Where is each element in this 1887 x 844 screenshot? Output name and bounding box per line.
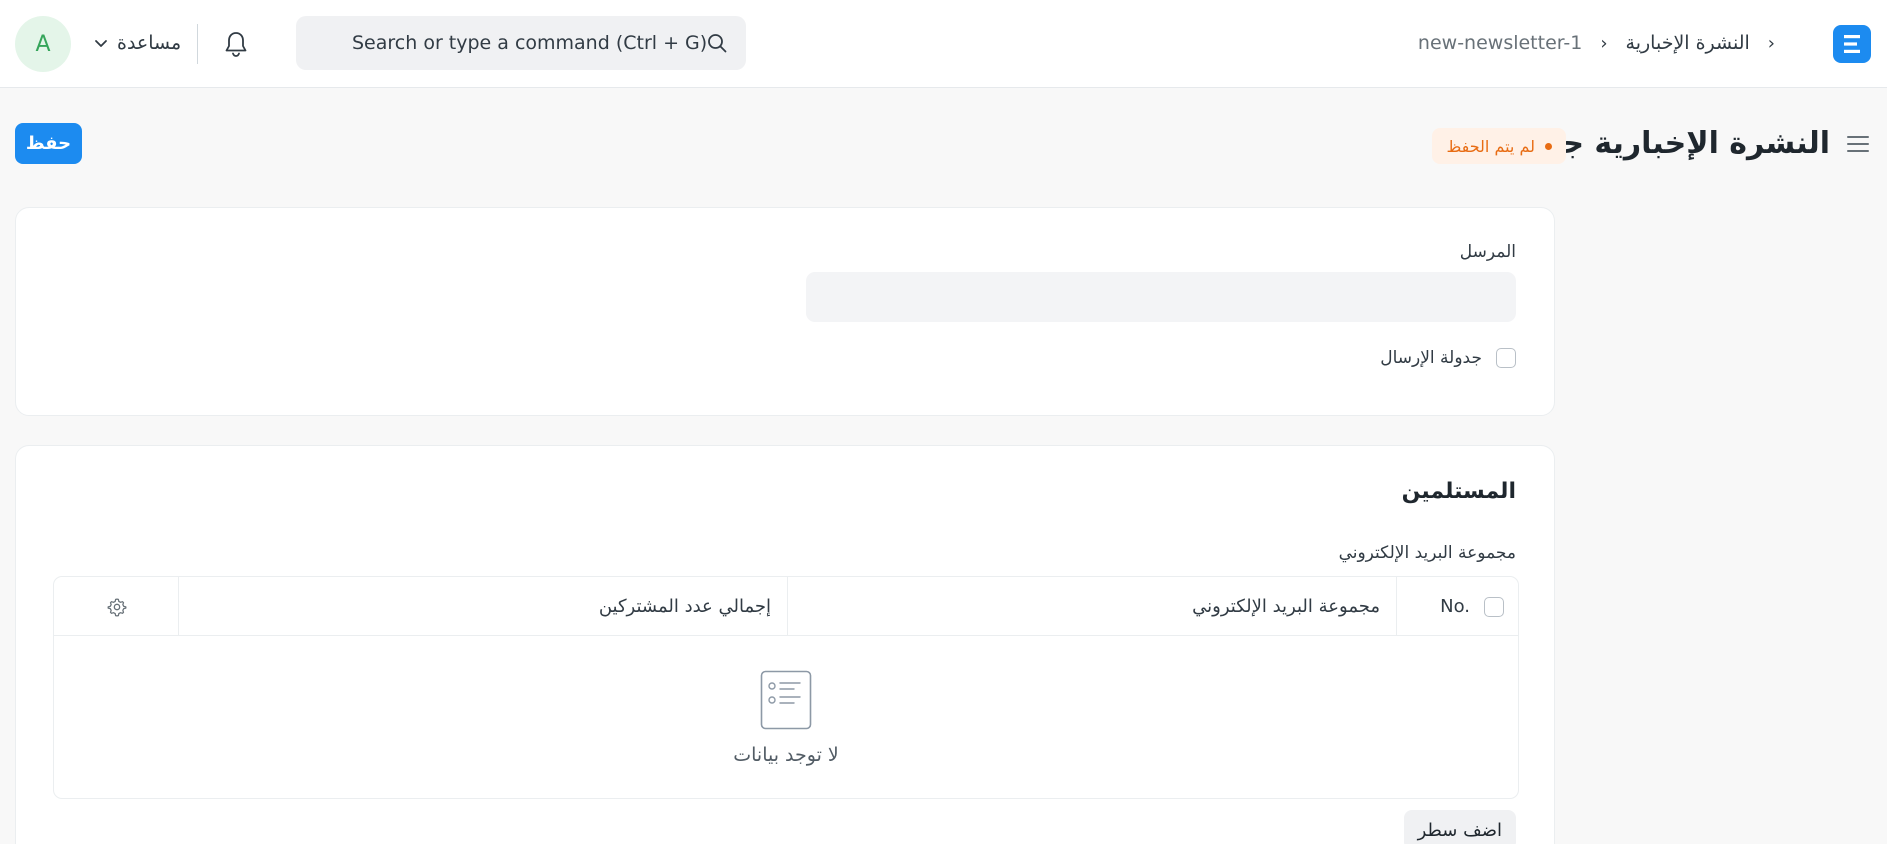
- navbar-divider: [197, 24, 198, 64]
- column-total-subscribers-label: إجمالي عدد المشتركين: [598, 596, 771, 617]
- email-group-label: مجموعة البريد الإلكتروني: [1338, 543, 1516, 563]
- breadcrumb-separator: ›: [1600, 32, 1608, 54]
- empty-list-icon: [760, 670, 812, 730]
- breadcrumb-newsletter[interactable]: النشرة الإخبارية: [1626, 32, 1750, 54]
- status-badge: لم يتم الحفظ: [1432, 128, 1566, 164]
- schedule-sending-checkbox[interactable]: [1496, 348, 1516, 368]
- app-logo-glyph: [1844, 35, 1860, 53]
- chevron-down-icon: [95, 40, 107, 47]
- status-text: لم يتم الحفظ: [1446, 136, 1535, 156]
- column-settings[interactable]: [54, 577, 179, 636]
- schedule-sending-toggle[interactable]: جدولة الإرسال: [1380, 346, 1516, 370]
- select-all-checkbox[interactable]: [1484, 596, 1504, 617]
- search-bar[interactable]: [296, 16, 746, 70]
- help-dropdown[interactable]: مساعدة: [93, 26, 181, 60]
- breadcrumb-current[interactable]: new-newsletter-1: [1418, 32, 1582, 54]
- empty-state: لا توجد بيانات: [54, 636, 1518, 800]
- column-no-label: No.: [1440, 596, 1470, 617]
- schedule-sending-label: جدولة الإرسال: [1380, 348, 1482, 368]
- breadcrumb-separator: ›: [1767, 32, 1775, 54]
- bell-icon[interactable]: [223, 30, 249, 58]
- column-email-group: مجموعة البريد الإلكتروني: [787, 577, 1396, 636]
- search-input[interactable]: [352, 32, 726, 54]
- table-header: No. مجموعة البريد الإلكتروني إجمالي عدد …: [54, 577, 1518, 636]
- breadcrumb: › النشرة الإخبارية › new-newsletter-1: [1418, 26, 1775, 60]
- sender-card: المرسل جدولة الإرسال: [15, 207, 1555, 416]
- status-dot: [1545, 142, 1552, 150]
- search-icon: [708, 34, 727, 53]
- app-logo-icon[interactable]: [1833, 25, 1871, 63]
- email-group-table: No. مجموعة البريد الإلكتروني إجمالي عدد …: [53, 576, 1519, 799]
- column-no: No.: [1396, 577, 1518, 636]
- recipients-section-title: المستلمين: [1401, 479, 1516, 504]
- sender-field[interactable]: [806, 272, 1516, 322]
- avatar[interactable]: A: [15, 16, 71, 72]
- save-button[interactable]: حفظ: [15, 123, 82, 164]
- column-total-subscribers: إجمالي عدد المشتركين: [178, 577, 787, 636]
- column-email-group-label: مجموعة البريد الإلكتروني: [1192, 596, 1380, 617]
- sender-label: المرسل: [1459, 242, 1516, 262]
- recipients-card: المستلمين مجموعة البريد الإلكتروني No. م…: [15, 445, 1555, 844]
- add-row-button[interactable]: اضف سطر: [1403, 810, 1516, 844]
- help-label: مساعدة: [117, 32, 182, 54]
- gear-icon[interactable]: [107, 597, 127, 617]
- navbar: A مساعدة › النشرة الإخبارية › new-newsle…: [0, 0, 1887, 88]
- hamburger-icon[interactable]: [1845, 132, 1871, 156]
- empty-state-text: لا توجد بيانات: [733, 744, 839, 766]
